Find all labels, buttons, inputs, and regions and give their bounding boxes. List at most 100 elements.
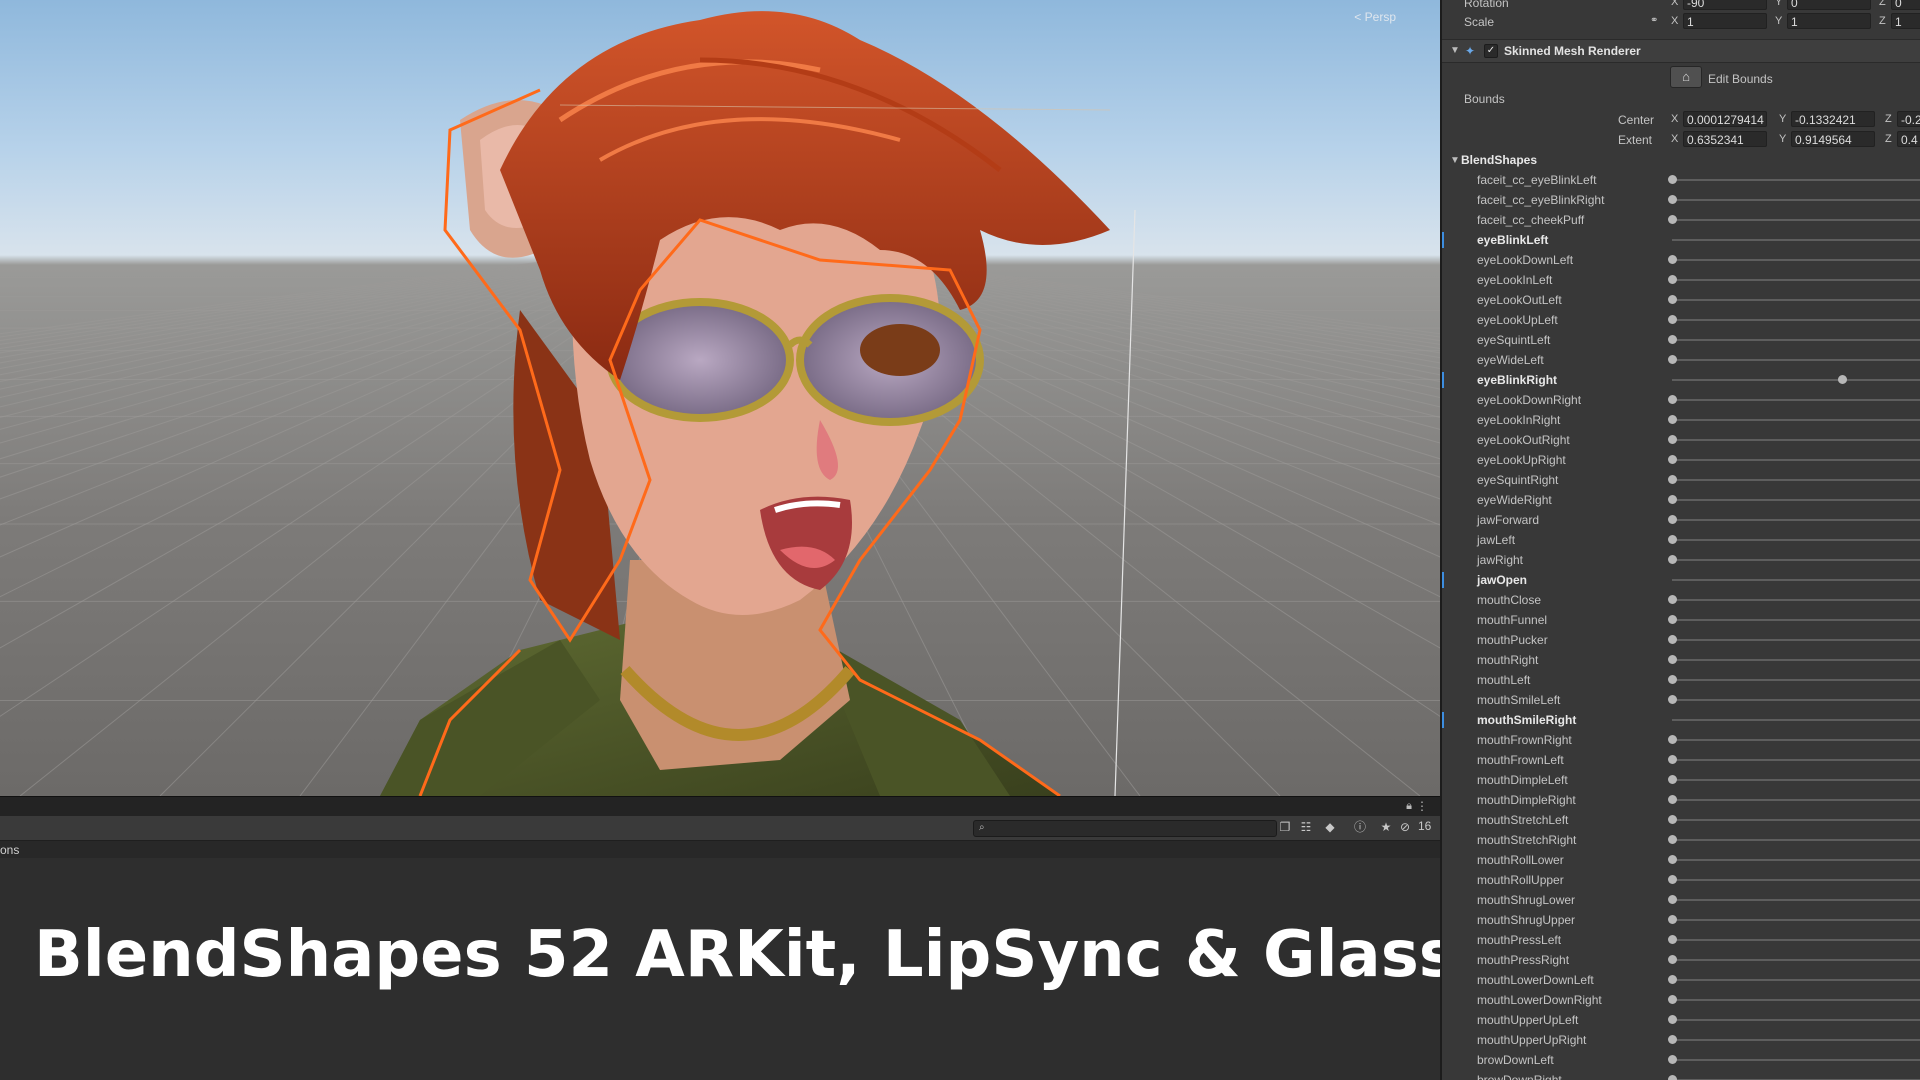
blendshape-slider-handle[interactable] [1668, 475, 1677, 484]
scale-y-field[interactable]: 1 [1787, 13, 1871, 29]
blendshape-slider-track[interactable] [1672, 799, 1920, 801]
scale-x-field[interactable]: 1 [1683, 13, 1767, 29]
blendshapes-foldout[interactable]: ▼ BlendShapes [1442, 150, 1920, 170]
blendshape-slider-track[interactable] [1672, 239, 1920, 241]
blendshape-slider-track[interactable] [1672, 499, 1920, 501]
blendshape-slider-handle[interactable] [1668, 195, 1677, 204]
blendshape-slider-handle[interactable] [1668, 615, 1677, 624]
blendshape-row[interactable]: jawLeft [1442, 530, 1920, 550]
blendshape-slider-track[interactable] [1672, 399, 1920, 401]
blendshape-slider-handle[interactable] [1668, 355, 1677, 364]
visibility-off-icon[interactable]: ⊘ [1400, 819, 1410, 835]
blendshape-slider-track[interactable] [1672, 859, 1920, 861]
blendshape-row[interactable]: eyeWideRight [1442, 490, 1920, 510]
blendshape-row[interactable]: mouthShrugUpper [1442, 910, 1920, 930]
blendshape-row[interactable]: eyeLookDownLeft [1442, 250, 1920, 270]
blendshape-slider-track[interactable] [1672, 959, 1920, 961]
blendshape-slider-handle[interactable] [1668, 855, 1677, 864]
blendshape-slider-handle[interactable] [1668, 395, 1677, 404]
blendshape-slider-handle[interactable] [1668, 295, 1677, 304]
blendshape-slider-handle[interactable] [1668, 935, 1677, 944]
blendshape-row[interactable]: mouthSmileLeft [1442, 690, 1920, 710]
blendshape-slider-track[interactable] [1672, 899, 1920, 901]
blendshape-slider-handle[interactable] [1838, 375, 1847, 384]
blendshape-slider-track[interactable] [1672, 539, 1920, 541]
blendshape-row[interactable]: eyeLookDownRight [1442, 390, 1920, 410]
scale-z-field[interactable]: 1 [1891, 13, 1920, 29]
blendshape-slider-track[interactable] [1672, 1059, 1920, 1061]
blendshape-row[interactable]: faceit_cc_eyeBlinkRight [1442, 190, 1920, 210]
blendshape-slider-handle[interactable] [1668, 1075, 1677, 1080]
blendshape-slider-handle[interactable] [1668, 595, 1677, 604]
extent-x-field[interactable]: 0.6352341 [1683, 131, 1767, 147]
blendshape-slider-track[interactable] [1672, 279, 1920, 281]
blendshape-row[interactable]: mouthFrownLeft [1442, 750, 1920, 770]
blendshape-slider-handle[interactable] [1668, 215, 1677, 224]
blendshape-slider-track[interactable] [1672, 679, 1920, 681]
blendshape-slider-track[interactable] [1672, 619, 1920, 621]
blendshape-slider-handle[interactable] [1668, 775, 1677, 784]
blendshape-slider-track[interactable] [1672, 599, 1920, 601]
blendshape-slider-track[interactable] [1672, 559, 1920, 561]
scene-viewport[interactable]: < Persp [0, 0, 1440, 796]
blendshape-slider-handle[interactable] [1668, 1055, 1677, 1064]
blendshape-row[interactable]: mouthSmileRight [1442, 710, 1920, 730]
blendshape-row[interactable]: eyeLookInLeft [1442, 270, 1920, 290]
blendshape-slider-handle[interactable] [1668, 275, 1677, 284]
rotation-x-field[interactable]: -90 [1683, 0, 1767, 10]
blendshape-slider-handle[interactable] [1668, 915, 1677, 924]
blendshape-slider-handle[interactable] [1668, 975, 1677, 984]
blendshape-row[interactable]: mouthLowerDownLeft [1442, 970, 1920, 990]
blendshape-slider-handle[interactable] [1668, 555, 1677, 564]
blendshape-slider-track[interactable] [1672, 299, 1920, 301]
blendshapes-fold-arrow-icon[interactable]: ▼ [1450, 155, 1460, 166]
blendshape-row[interactable]: faceit_cc_cheekPuff [1442, 210, 1920, 230]
blendshape-slider-track[interactable] [1672, 979, 1920, 981]
blendshape-slider-handle[interactable] [1668, 755, 1677, 764]
blendshape-row[interactable]: mouthUpperUpRight [1442, 1030, 1920, 1050]
blendshape-slider-handle[interactable] [1668, 515, 1677, 524]
blendshape-row[interactable]: mouthFunnel [1442, 610, 1920, 630]
blendshape-row[interactable]: eyeLookUpLeft [1442, 310, 1920, 330]
blendshape-row[interactable]: eyeSquintRight [1442, 470, 1920, 490]
blendshape-row[interactable]: mouthStretchLeft [1442, 810, 1920, 830]
blendshape-slider-handle[interactable] [1668, 655, 1677, 664]
blendshape-slider-handle[interactable] [1668, 535, 1677, 544]
blendshape-row[interactable]: mouthDimpleRight [1442, 790, 1920, 810]
fold-arrow-icon[interactable]: ▼ [1450, 45, 1460, 56]
blendshape-row[interactable]: mouthRollLower [1442, 850, 1920, 870]
blendshape-slider-track[interactable] [1672, 999, 1920, 1001]
blendshape-row[interactable]: mouthPucker [1442, 630, 1920, 650]
rotation-y-field[interactable]: 0 [1787, 0, 1871, 10]
blendshape-slider-track[interactable] [1672, 379, 1920, 381]
blendshape-row[interactable]: eyeLookOutLeft [1442, 290, 1920, 310]
blendshape-slider-track[interactable] [1672, 479, 1920, 481]
center-x-field[interactable]: 0.0001279414 [1683, 111, 1767, 127]
blendshape-slider-handle[interactable] [1668, 415, 1677, 424]
favorite-star-icon[interactable]: ★ [1378, 819, 1394, 835]
blendshape-row[interactable]: faceit_cc_eyeBlinkLeft [1442, 170, 1920, 190]
blendshape-row[interactable]: eyeLookInRight [1442, 410, 1920, 430]
blendshape-slider-track[interactable] [1672, 779, 1920, 781]
blendshape-slider-track[interactable] [1672, 259, 1920, 261]
blendshape-slider-track[interactable] [1672, 839, 1920, 841]
extent-y-field[interactable]: 0.9149564 [1791, 131, 1875, 147]
blendshape-row[interactable]: mouthDimpleLeft [1442, 770, 1920, 790]
project-tab-label[interactable]: ons [0, 843, 19, 857]
blendshape-slider-handle[interactable] [1668, 495, 1677, 504]
rotation-z-field[interactable]: 0 [1891, 0, 1920, 10]
blendshape-slider-track[interactable] [1672, 879, 1920, 881]
blendshape-row[interactable]: eyeLookUpRight [1442, 450, 1920, 470]
blendshape-row[interactable]: eyeBlinkLeft [1442, 230, 1920, 250]
blendshape-slider-handle[interactable] [1668, 435, 1677, 444]
blendshape-slider-track[interactable] [1672, 919, 1920, 921]
blendshape-slider-track[interactable] [1672, 179, 1920, 181]
blendshape-slider-handle[interactable] [1668, 835, 1677, 844]
blendshape-slider-handle[interactable] [1668, 815, 1677, 824]
edit-bounds-button[interactable]: ⌂ [1670, 66, 1702, 88]
blendshape-row[interactable]: jawOpen [1442, 570, 1920, 590]
blendshape-slider-track[interactable] [1672, 939, 1920, 941]
blendshape-slider-handle[interactable] [1668, 895, 1677, 904]
blendshape-row[interactable]: jawRight [1442, 550, 1920, 570]
center-z-field[interactable]: -0.2 [1897, 111, 1920, 127]
